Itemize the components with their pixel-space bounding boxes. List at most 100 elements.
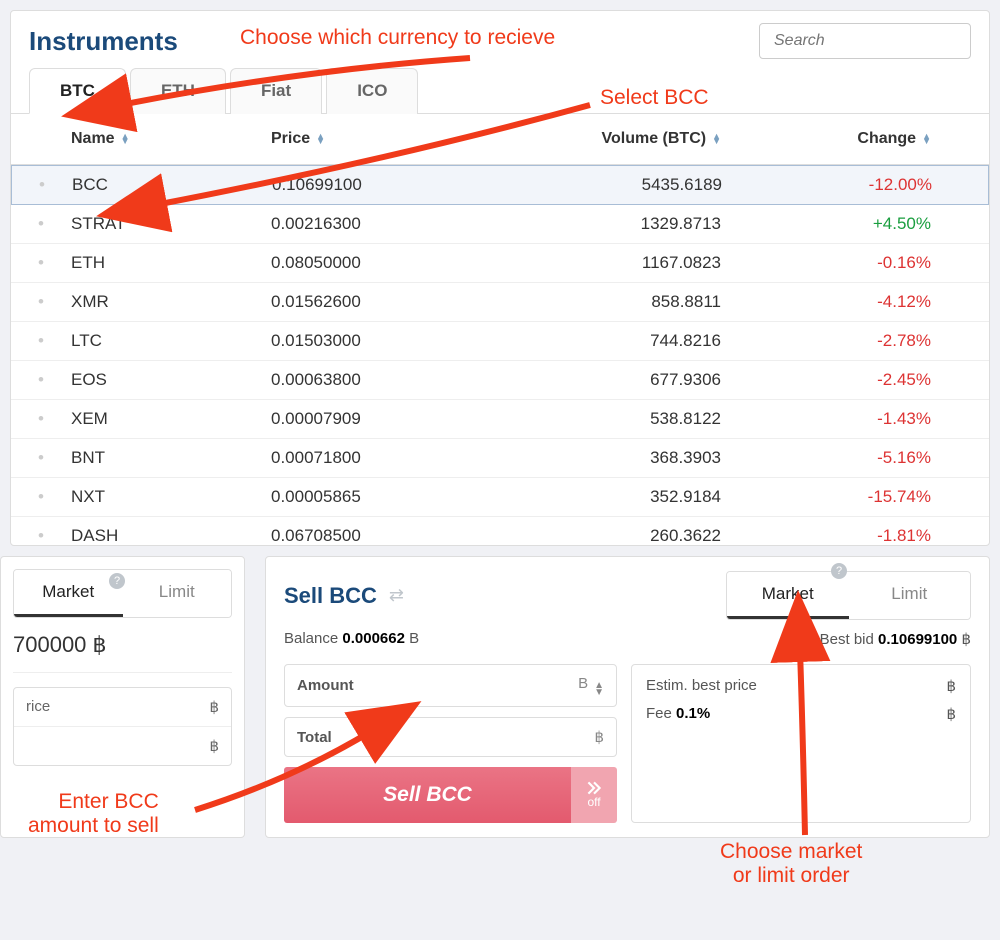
table-header: Name▲▼ Price▲▼ Volume (BTC)▲▼ Change▲▼ <box>11 114 989 165</box>
sell-panel: Sell BCC ⇄ ? Market Limit Balance 0.0006… <box>265 556 990 838</box>
row-volume: 260.3622 <box>501 526 751 545</box>
balance-label: Balance 0.000662 B <box>284 630 419 648</box>
sort-icon: ▲▼ <box>922 134 931 144</box>
row-dot: • <box>12 175 72 195</box>
estimate-box: Estim. best price฿ Fee 0.1%฿ <box>631 664 971 823</box>
row-dot: • <box>11 370 71 390</box>
amount-input[interactable]: Amount B▲▼ <box>284 664 617 707</box>
row-price: 0.00007909 <box>271 409 501 429</box>
row-dot: • <box>11 487 71 507</box>
row-price: 0.01562600 <box>271 292 501 312</box>
row-dot: • <box>11 526 71 545</box>
row-name: XMR <box>71 292 271 312</box>
sell-limit-tab[interactable]: Limit <box>849 572 971 619</box>
sell-market-tab[interactable]: Market <box>727 572 849 619</box>
row-volume: 1167.0823 <box>501 253 751 273</box>
row-change: -12.00% <box>752 175 962 195</box>
row-dot: • <box>11 448 71 468</box>
row-name: BNT <box>71 448 271 468</box>
row-change: -1.81% <box>751 526 961 545</box>
row-change: -1.43% <box>751 409 961 429</box>
instruments-title: Instruments <box>29 26 178 57</box>
row-dot: • <box>11 409 71 429</box>
row-name: XEM <box>71 409 271 429</box>
row-name: ETH <box>71 253 271 273</box>
tab-ico[interactable]: ICO <box>326 68 418 114</box>
row-dot: • <box>11 214 71 234</box>
annotation-choose-market: Choose market or limit order <box>720 840 862 888</box>
estim-label: Estim. best price <box>646 677 757 695</box>
tab-btc[interactable]: BTC <box>29 68 126 114</box>
row-name: STRAT <box>71 214 271 234</box>
row-change: -2.45% <box>751 370 961 390</box>
currency-tabs: BTC ETH Fiat ICO <box>11 67 989 114</box>
row-dot: • <box>11 253 71 273</box>
swap-icon[interactable]: ⇄ <box>389 585 404 606</box>
fee-label: Fee 0.1% <box>646 705 710 723</box>
row-price: 0.06708500 <box>271 526 501 545</box>
col-volume[interactable]: Volume (BTC)▲▼ <box>501 130 751 148</box>
off-toggle[interactable]: off <box>571 767 617 823</box>
left-order-panel: ? Market Limit 700000 ฿ rice฿ ฿ <box>0 556 245 838</box>
help-icon[interactable]: ? <box>109 573 125 589</box>
row-price: 0.00216300 <box>271 214 501 234</box>
table-row[interactable]: •LTC0.01503000744.8216-2.78% <box>11 322 989 361</box>
table-row[interactable]: •DASH0.06708500260.3622-1.81% <box>11 517 989 545</box>
sell-title: Sell BCC <box>284 583 377 609</box>
row-name: LTC <box>71 331 271 351</box>
left-blank-row: ฿ <box>14 727 231 765</box>
row-name: BCC <box>72 175 272 195</box>
row-change: -0.16% <box>751 253 961 273</box>
left-price-row: rice฿ <box>14 688 231 727</box>
row-name: EOS <box>71 370 271 390</box>
row-volume: 5435.6189 <box>502 175 752 195</box>
left-limit-tab[interactable]: Limit <box>123 570 232 617</box>
search-input[interactable] <box>759 23 971 59</box>
col-change[interactable]: Change▲▼ <box>751 130 961 148</box>
sort-icon: ▲▼ <box>316 134 325 144</box>
row-name: NXT <box>71 487 271 507</box>
row-change: -2.78% <box>751 331 961 351</box>
row-price: 0.01503000 <box>271 331 501 351</box>
tab-fiat[interactable]: Fiat <box>230 68 322 114</box>
table-row[interactable]: •NXT0.00005865352.9184-15.74% <box>11 478 989 517</box>
left-market-tab[interactable]: Market <box>14 570 123 617</box>
row-price: 0.08050000 <box>271 253 501 273</box>
table-row[interactable]: •BNT0.00071800368.3903-5.16% <box>11 439 989 478</box>
row-price: 0.00063800 <box>271 370 501 390</box>
table-body: •BCC0.106991005435.6189-12.00%•STRAT0.00… <box>11 165 989 545</box>
sort-icon: ▲▼ <box>121 134 130 144</box>
chevron-right-icon <box>587 781 601 795</box>
table-row[interactable]: •STRAT0.002163001329.8713+4.50% <box>11 205 989 244</box>
left-price-display: 700000 ฿ <box>13 618 232 673</box>
row-price: 0.00071800 <box>271 448 501 468</box>
sell-button[interactable]: Sell BCC <box>284 767 571 823</box>
tab-eth[interactable]: ETH <box>130 68 226 114</box>
table-row[interactable]: •ETH0.080500001167.0823-0.16% <box>11 244 989 283</box>
row-name: DASH <box>71 526 271 545</box>
row-dot: • <box>11 292 71 312</box>
row-change: -4.12% <box>751 292 961 312</box>
row-volume: 858.8811 <box>501 292 751 312</box>
total-input[interactable]: Total ฿ <box>284 717 617 757</box>
row-price: 0.10699100 <box>272 175 502 195</box>
help-icon[interactable]: ? <box>831 563 847 579</box>
table-row[interactable]: •XMR0.01562600858.8811-4.12% <box>11 283 989 322</box>
amount-stepper[interactable]: ▲▼ <box>594 682 604 696</box>
table-row[interactable]: •XEM0.00007909538.8122-1.43% <box>11 400 989 439</box>
row-volume: 352.9184 <box>501 487 751 507</box>
row-change: +4.50% <box>751 214 961 234</box>
sort-icon: ▲▼ <box>712 134 721 144</box>
row-volume: 744.8216 <box>501 331 751 351</box>
row-change: -5.16% <box>751 448 961 468</box>
row-volume: 677.9306 <box>501 370 751 390</box>
col-price[interactable]: Price▲▼ <box>271 130 501 148</box>
table-row[interactable]: •EOS0.00063800677.9306-2.45% <box>11 361 989 400</box>
col-name[interactable]: Name▲▼ <box>71 130 271 148</box>
table-row[interactable]: •BCC0.106991005435.6189-12.00% <box>11 165 989 205</box>
row-volume: 1329.8713 <box>501 214 751 234</box>
row-volume: 538.8122 <box>501 409 751 429</box>
row-dot: • <box>11 331 71 351</box>
row-volume: 368.3903 <box>501 448 751 468</box>
row-price: 0.00005865 <box>271 487 501 507</box>
